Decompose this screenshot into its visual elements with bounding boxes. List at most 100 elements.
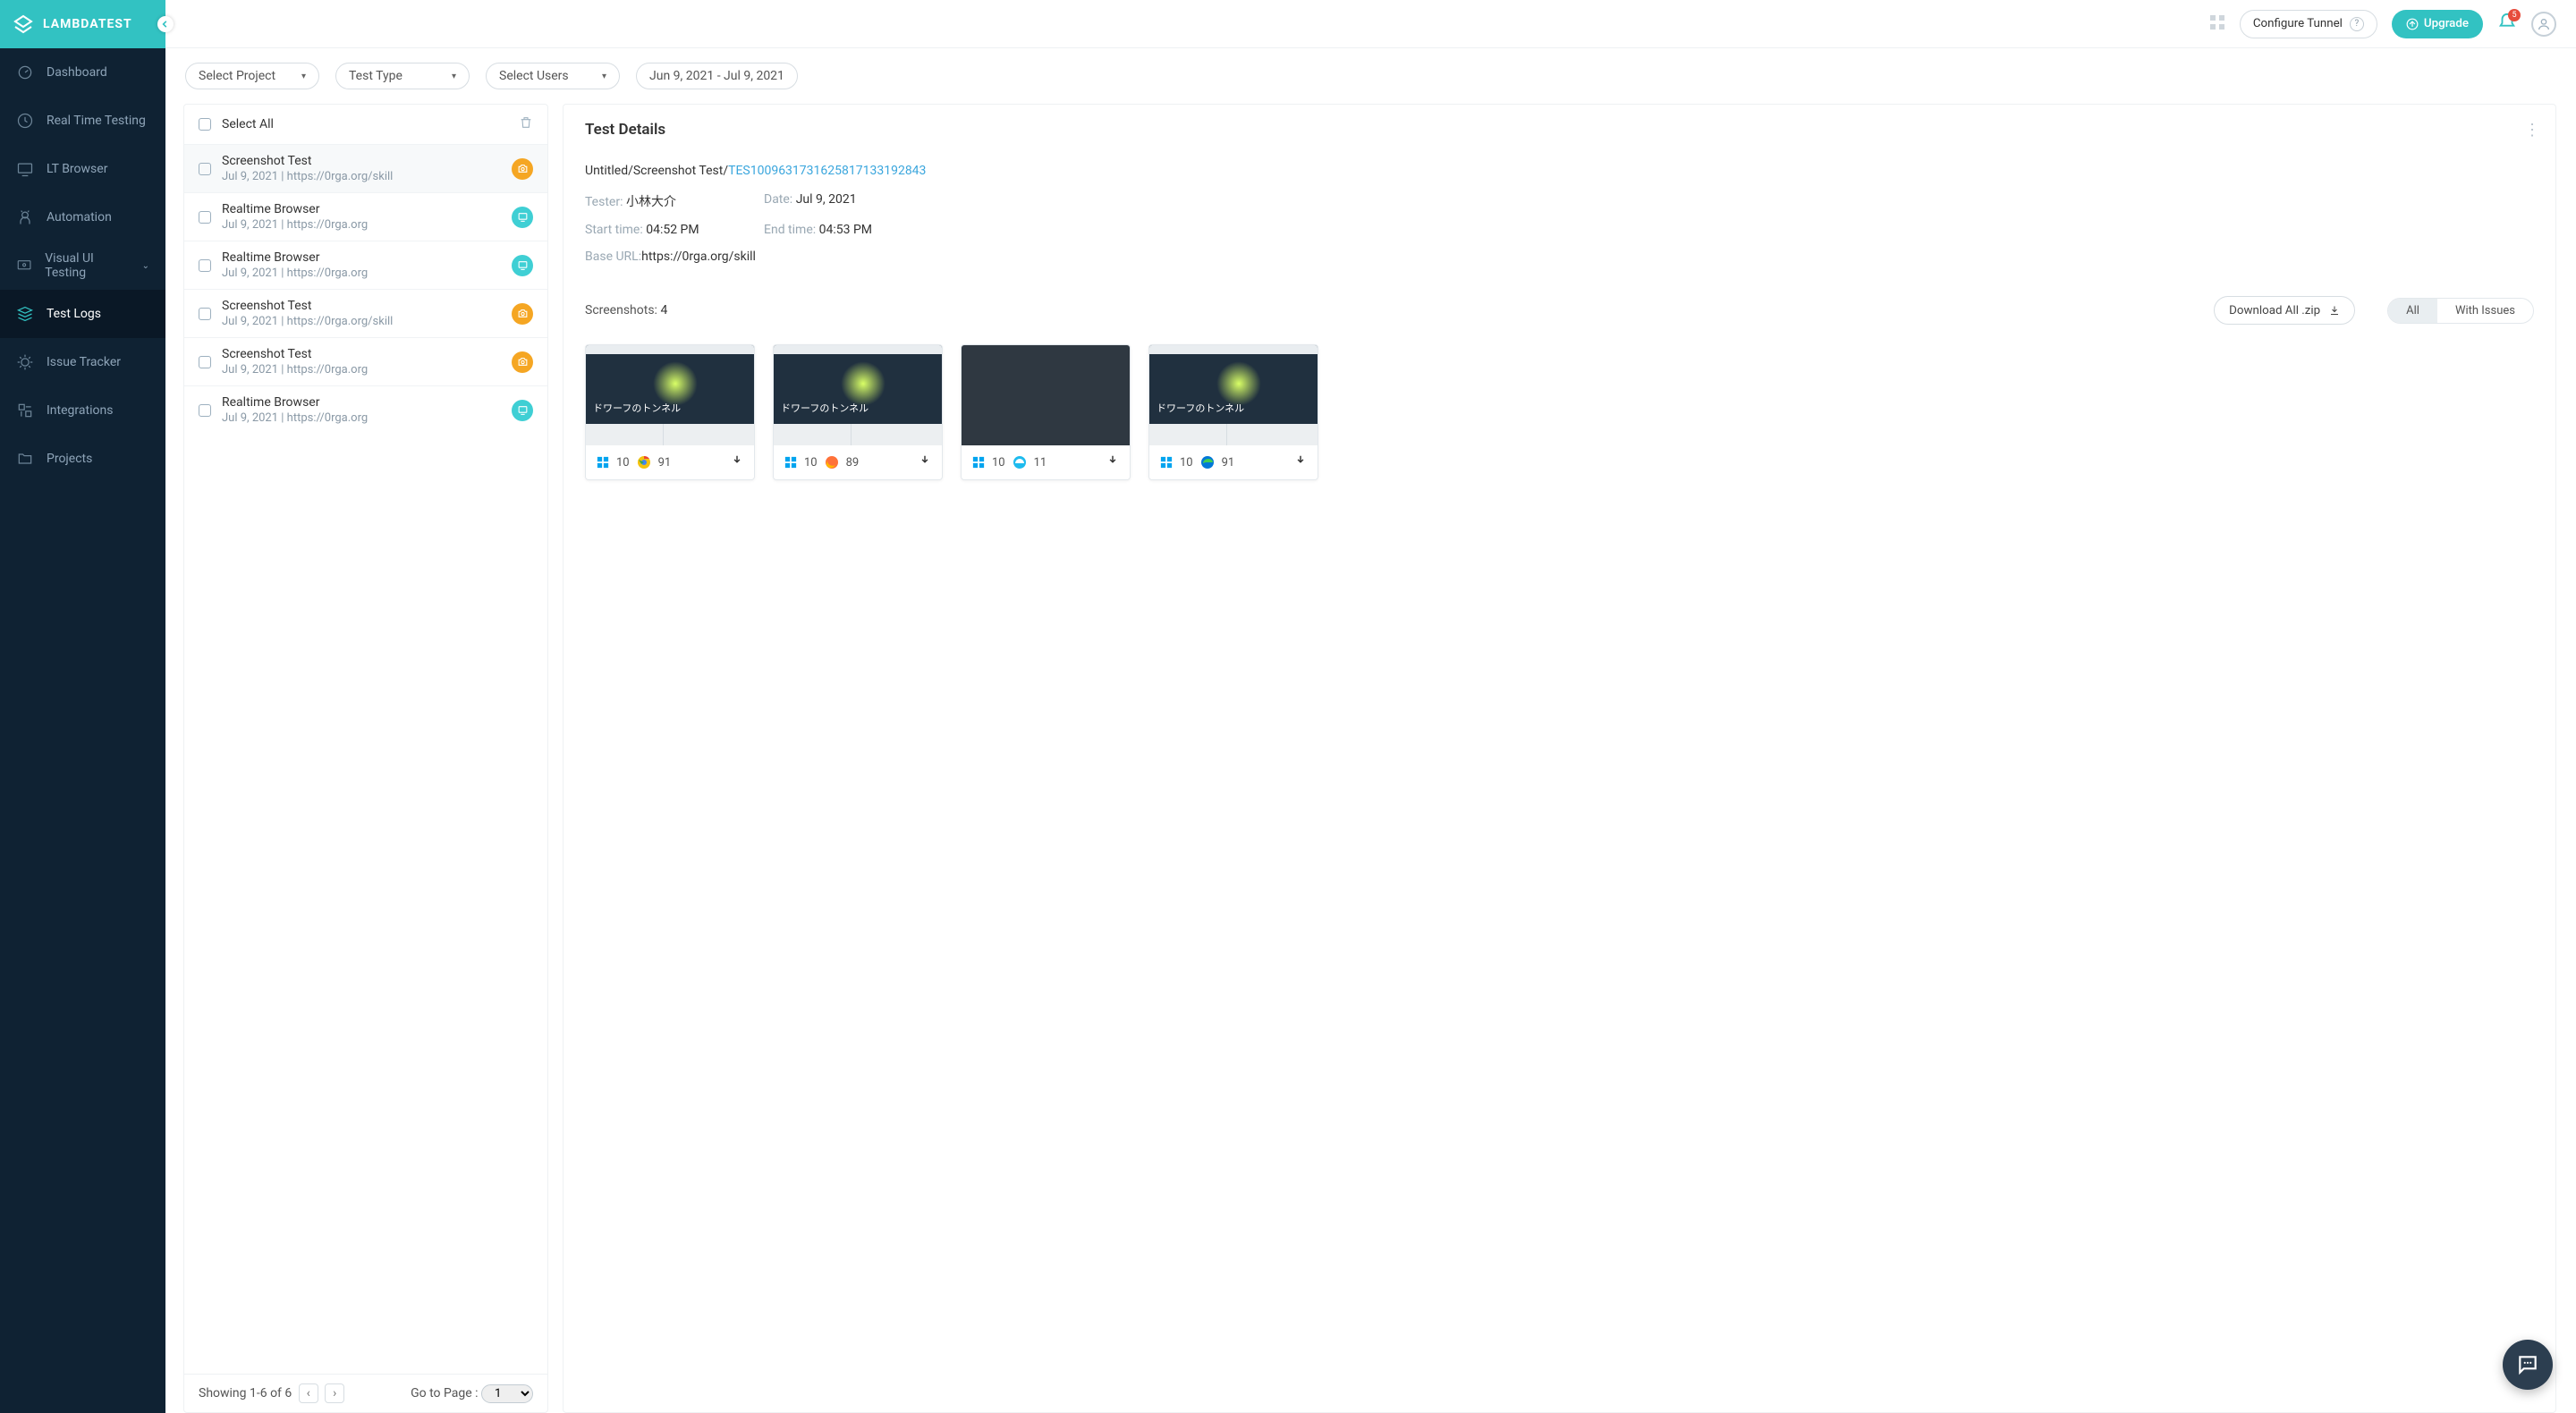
seg-with-issues[interactable]: With Issues: [2437, 299, 2533, 323]
tester-value: 小林大介: [626, 195, 676, 209]
select-users-label: Select Users: [499, 69, 569, 83]
brand: LAMBDATEST: [0, 0, 165, 48]
select-project-label: Select Project: [199, 69, 275, 83]
nav-label: Real Time Testing: [47, 114, 146, 128]
test-path: Untitled/Screenshot Test/TES100963173162…: [585, 164, 2534, 178]
nav-visual-ui-testing[interactable]: Visual UI Testing⌄: [0, 241, 165, 290]
screenshot-card[interactable]: 10 11: [961, 344, 1131, 480]
select-users[interactable]: Select Users ▾: [486, 63, 620, 89]
download-shot[interactable]: [1294, 454, 1307, 470]
row-checkbox[interactable]: [199, 259, 211, 272]
nav-test-logs[interactable]: Test Logs: [0, 290, 165, 338]
nav-projects[interactable]: Projects: [0, 435, 165, 483]
baseurl-value: https://0rga.org/skill: [641, 250, 756, 264]
nav-issue-tracker[interactable]: Issue Tracker: [0, 338, 165, 386]
chat-fab[interactable]: [2503, 1340, 2553, 1390]
delete-button[interactable]: [519, 115, 533, 133]
chevron-left-icon: [162, 21, 169, 28]
row-checkbox[interactable]: [199, 163, 211, 175]
apps-grid-icon[interactable]: [2209, 14, 2225, 34]
os-version: 10: [1180, 456, 1193, 470]
screenshot-thumb: ドワーフのトンネル: [586, 345, 754, 445]
date-key: Date:: [764, 192, 792, 207]
log-row[interactable]: Screenshot TestJul 9, 2021 | https://0rg…: [184, 289, 547, 337]
page-next[interactable]: ›: [325, 1383, 344, 1403]
nav-label: LT Browser: [47, 162, 107, 176]
row-meta: Jul 9, 2021 | https://0rga.org: [222, 363, 501, 377]
row-meta: Jul 9, 2021 | https://0rga.org: [222, 411, 501, 425]
nav-icon: [16, 450, 34, 468]
configure-tunnel-button[interactable]: Configure Tunnel ?: [2240, 10, 2377, 38]
filters-bar: Select Project▾ Test Type▾ Select Users ▾…: [165, 48, 2576, 104]
test-details: Test Details ⋮ Untitled/Screenshot Test/…: [563, 104, 2556, 1413]
row-checkbox[interactable]: [199, 211, 211, 224]
nav-lt-browser[interactable]: LT Browser: [0, 145, 165, 193]
more-menu[interactable]: ⋮: [2524, 121, 2541, 140]
screenshot-thumb: [962, 345, 1130, 445]
log-row[interactable]: Realtime BrowserJul 9, 2021 | https://0r…: [184, 192, 547, 241]
nav-dashboard[interactable]: Dashboard: [0, 48, 165, 97]
row-title: Screenshot Test: [222, 299, 501, 313]
shots-key: Screenshots:: [585, 303, 657, 317]
nav-icon: [16, 402, 34, 419]
test-id[interactable]: TES10096317316258171331​92843: [728, 164, 926, 178]
windows-icon: [972, 456, 985, 469]
start-value: 04:52 PM: [646, 223, 699, 237]
screenshot-card[interactable]: ドワーフのトンネル1091: [1148, 344, 1318, 480]
nav-icon: [16, 353, 34, 371]
windows-icon: [597, 456, 609, 469]
brand-text: LAMBDATEST: [43, 17, 132, 31]
date-range[interactable]: Jun 9, 2021 - Jul 9, 2021: [636, 63, 798, 89]
workspace: Select All Screenshot TestJul 9, 2021 | …: [165, 104, 2576, 1413]
download-shot[interactable]: [1106, 454, 1119, 470]
row-meta: Jul 9, 2021 | https://0rga.org: [222, 267, 501, 280]
row-title: Realtime Browser: [222, 202, 501, 216]
logo-icon: [13, 13, 34, 35]
upgrade-label: Upgrade: [2424, 17, 2469, 30]
log-row[interactable]: Screenshot TestJul 9, 2021 | https://0rg…: [184, 337, 547, 385]
notifications-button[interactable]: 5: [2497, 13, 2517, 36]
download-all-label: Download All .zip: [2229, 304, 2320, 317]
nav-label: Dashboard: [47, 65, 107, 80]
log-row[interactable]: Realtime BrowserJul 9, 2021 | https://0r…: [184, 385, 547, 434]
row-title: Realtime Browser: [222, 250, 501, 265]
download-shot[interactable]: [919, 454, 931, 470]
nav-integrations[interactable]: Integrations: [0, 386, 165, 435]
select-all-checkbox[interactable]: [199, 118, 211, 131]
chevron-down-icon: ▾: [602, 72, 606, 81]
collapse-sidebar-button[interactable]: [157, 16, 174, 32]
trash-icon: [519, 115, 533, 130]
goto-page-select[interactable]: 1: [481, 1384, 533, 1403]
nav-automation[interactable]: Automation: [0, 193, 165, 241]
upgrade-icon: [2406, 18, 2419, 30]
row-checkbox[interactable]: [199, 404, 211, 417]
select-project[interactable]: Select Project▾: [185, 63, 319, 89]
page-prev[interactable]: ‹: [299, 1383, 318, 1403]
upgrade-button[interactable]: Upgrade: [2392, 10, 2483, 38]
row-checkbox[interactable]: [199, 308, 211, 320]
log-row[interactable]: Screenshot TestJul 9, 2021 | https://0rg…: [184, 144, 547, 192]
screenshot-card[interactable]: ドワーフのトンネル1091: [585, 344, 755, 480]
screenshot-card[interactable]: ドワーフのトンネル1089: [773, 344, 943, 480]
showing-text: Showing 1-6 of 6: [199, 1386, 292, 1400]
download-shot[interactable]: [731, 454, 743, 470]
os-version: 10: [992, 456, 1005, 470]
nav-icon: [16, 208, 34, 226]
row-checkbox[interactable]: [199, 356, 211, 368]
configure-tunnel-label: Configure Tunnel: [2253, 17, 2343, 30]
screenshot-icon: [512, 351, 533, 373]
download-all-button[interactable]: Download All .zip: [2214, 296, 2355, 325]
pagination: Showing 1-6 of 6 ‹ › Go to Page : 1: [184, 1374, 547, 1412]
seg-all[interactable]: All: [2388, 299, 2437, 323]
nav-icon: [16, 112, 34, 130]
nav-real-time-testing[interactable]: Real Time Testing: [0, 97, 165, 145]
screenshots-bar: Screenshots: 4 Download All .zip All Wit…: [585, 296, 2534, 325]
screenshots-grid: ドワーフのトンネル1091ドワーフのトンネル10891011ドワーフのトンネル1…: [585, 344, 2534, 480]
screenshot-footer: 10 11: [962, 445, 1130, 479]
profile-avatar[interactable]: [2531, 12, 2556, 37]
nav-icon: [16, 257, 32, 275]
main: Configure Tunnel ? Upgrade 5 Select Proj…: [165, 0, 2576, 1413]
browser-version: 11: [1034, 456, 1047, 470]
log-row[interactable]: Realtime Browser Jul 9, 2021 | https://0r…: [184, 241, 547, 289]
select-test-type[interactable]: Test Type▾: [335, 63, 470, 89]
